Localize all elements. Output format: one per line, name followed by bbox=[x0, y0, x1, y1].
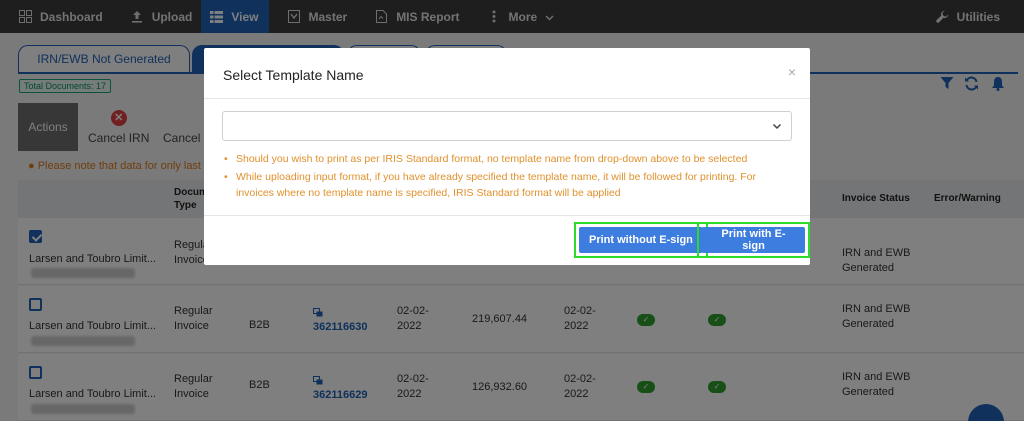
print-with-esign-button[interactable]: Print with E-sign bbox=[702, 227, 805, 253]
highlight-box: Print without E-sign bbox=[574, 222, 708, 258]
print-without-esign-button[interactable]: Print without E-sign bbox=[579, 227, 703, 253]
divider bbox=[204, 215, 810, 216]
note-item: While uploading input format, if you hav… bbox=[224, 169, 794, 201]
template-notes: Should you wish to print as per IRIS Sta… bbox=[224, 151, 794, 203]
modal-title: Select Template Name bbox=[223, 67, 364, 83]
highlight-box: Print with E-sign bbox=[697, 222, 810, 258]
note-item: Should you wish to print as per IRIS Sta… bbox=[224, 151, 794, 167]
select-template-modal: Select Template Name × Should you wish t… bbox=[204, 48, 810, 265]
divider bbox=[204, 98, 810, 99]
template-name-select[interactable] bbox=[222, 111, 792, 141]
close-icon[interactable]: × bbox=[788, 64, 796, 80]
chevron-down-icon bbox=[771, 120, 783, 132]
